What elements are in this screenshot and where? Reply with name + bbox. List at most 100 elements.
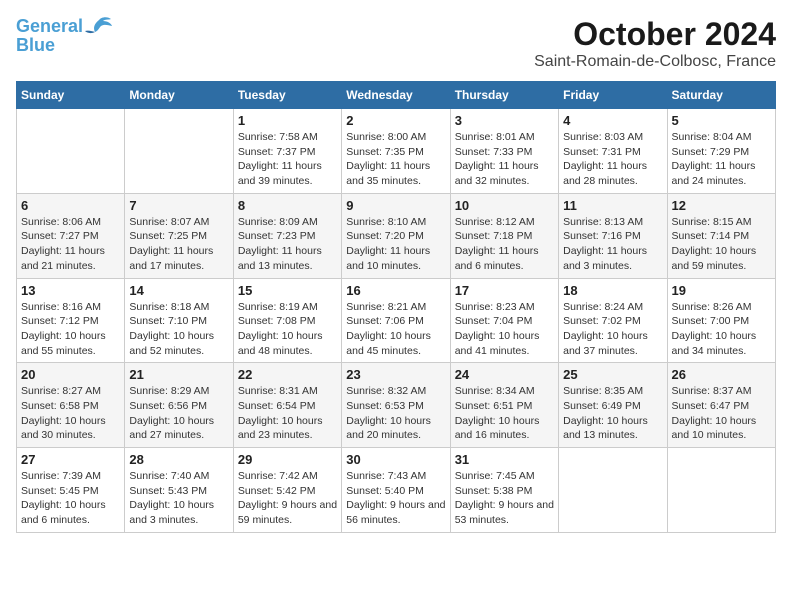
calendar-cell: 13 Sunrise: 8:16 AMSunset: 7:12 PMDayligh… [17, 278, 125, 363]
day-info: Sunrise: 8:37 AMSunset: 6:47 PMDaylight:… [672, 384, 771, 443]
calendar-cell: 3 Sunrise: 8:01 AMSunset: 7:33 PMDaylight… [450, 109, 558, 194]
calendar-cell: 26 Sunrise: 8:37 AMSunset: 6:47 PMDayligh… [667, 363, 775, 448]
calendar-cell: 5 Sunrise: 8:04 AMSunset: 7:29 PMDaylight… [667, 109, 775, 194]
day-number: 30 [346, 452, 445, 467]
calendar-week-row: 1 Sunrise: 7:58 AMSunset: 7:37 PMDaylight… [17, 109, 776, 194]
day-info: Sunrise: 8:34 AMSunset: 6:51 PMDaylight:… [455, 384, 554, 443]
calendar-cell: 27 Sunrise: 7:39 AMSunset: 5:45 PMDayligh… [17, 448, 125, 533]
day-number: 20 [21, 367, 120, 382]
day-number: 11 [563, 198, 662, 213]
calendar-cell: 18 Sunrise: 8:24 AMSunset: 7:02 PMDayligh… [559, 278, 667, 363]
day-number: 13 [21, 283, 120, 298]
day-number: 5 [672, 113, 771, 128]
day-info: Sunrise: 8:21 AMSunset: 7:06 PMDaylight:… [346, 300, 445, 359]
day-info: Sunrise: 8:29 AMSunset: 6:56 PMDaylight:… [129, 384, 228, 443]
calendar-cell [17, 109, 125, 194]
calendar-cell: 23 Sunrise: 8:32 AMSunset: 6:53 PMDayligh… [342, 363, 450, 448]
day-number: 28 [129, 452, 228, 467]
day-number: 15 [238, 283, 337, 298]
logo: General Blue [16, 16, 113, 56]
weekday-header: Sunday [17, 82, 125, 109]
calendar-cell: 7Sunrise: 8:07 AMSunset: 7:25 PMDaylight… [125, 193, 233, 278]
calendar-cell: 8 Sunrise: 8:09 AMSunset: 7:23 PMDaylight… [233, 193, 341, 278]
day-info: Sunrise: 8:23 AMSunset: 7:04 PMDaylight:… [455, 300, 554, 359]
day-number: 26 [672, 367, 771, 382]
calendar-cell [125, 109, 233, 194]
day-info: Sunrise: 8:07 AMSunset: 7:25 PMDaylight:… [129, 215, 228, 274]
calendar-cell: 10Sunrise: 8:12 AMSunset: 7:18 PMDayligh… [450, 193, 558, 278]
day-info: Sunrise: 8:10 AMSunset: 7:20 PMDaylight:… [346, 215, 445, 274]
weekday-header: Thursday [450, 82, 558, 109]
calendar-cell: 2 Sunrise: 8:00 AMSunset: 7:35 PMDaylight… [342, 109, 450, 194]
day-number: 27 [21, 452, 120, 467]
calendar-week-row: 6 Sunrise: 8:06 AMSunset: 7:27 PMDaylight… [17, 193, 776, 278]
day-info: Sunrise: 7:42 AMSunset: 5:42 PMDaylight:… [238, 469, 337, 528]
day-info: Sunrise: 8:01 AMSunset: 7:33 PMDaylight:… [455, 130, 554, 189]
calendar-cell [667, 448, 775, 533]
calendar-cell: 17 Sunrise: 8:23 AMSunset: 7:04 PMDayligh… [450, 278, 558, 363]
day-info: Sunrise: 7:39 AMSunset: 5:45 PMDaylight:… [21, 469, 120, 528]
day-info: Sunrise: 7:43 AMSunset: 5:40 PMDaylight:… [346, 469, 445, 528]
weekday-header: Saturday [667, 82, 775, 109]
calendar-cell: 16Sunrise: 8:21 AMSunset: 7:06 PMDayligh… [342, 278, 450, 363]
calendar-cell: 31Sunrise: 7:45 AMSunset: 5:38 PMDayligh… [450, 448, 558, 533]
day-number: 3 [455, 113, 554, 128]
day-info: Sunrise: 8:09 AMSunset: 7:23 PMDaylight:… [238, 215, 337, 274]
calendar-cell: 6 Sunrise: 8:06 AMSunset: 7:27 PMDaylight… [17, 193, 125, 278]
day-info: Sunrise: 8:27 AMSunset: 6:58 PMDaylight:… [21, 384, 120, 443]
logo-bird-icon [85, 16, 113, 38]
day-number: 14 [129, 283, 228, 298]
day-number: 12 [672, 198, 771, 213]
day-info: Sunrise: 8:13 AMSunset: 7:16 PMDaylight:… [563, 215, 662, 274]
day-number: 8 [238, 198, 337, 213]
day-number: 18 [563, 283, 662, 298]
day-info: Sunrise: 8:16 AMSunset: 7:12 PMDaylight:… [21, 300, 120, 359]
day-info: Sunrise: 8:04 AMSunset: 7:29 PMDaylight:… [672, 130, 771, 189]
day-number: 17 [455, 283, 554, 298]
weekday-header: Monday [125, 82, 233, 109]
day-info: Sunrise: 8:00 AMSunset: 7:35 PMDaylight:… [346, 130, 445, 189]
location-title: Saint-Romain-de-Colbosc, France [534, 53, 776, 71]
calendar-cell [559, 448, 667, 533]
day-number: 1 [238, 113, 337, 128]
day-info: Sunrise: 8:06 AMSunset: 7:27 PMDaylight:… [21, 215, 120, 274]
calendar-cell: 11 Sunrise: 8:13 AMSunset: 7:16 PMDayligh… [559, 193, 667, 278]
day-number: 4 [563, 113, 662, 128]
day-info: Sunrise: 8:32 AMSunset: 6:53 PMDaylight:… [346, 384, 445, 443]
calendar-cell: 30 Sunrise: 7:43 AMSunset: 5:40 PMDayligh… [342, 448, 450, 533]
day-info: Sunrise: 7:40 AMSunset: 5:43 PMDaylight:… [129, 469, 228, 528]
calendar-cell: 4 Sunrise: 8:03 AMSunset: 7:31 PMDaylight… [559, 109, 667, 194]
day-number: 2 [346, 113, 445, 128]
day-info: Sunrise: 8:24 AMSunset: 7:02 PMDaylight:… [563, 300, 662, 359]
day-info: Sunrise: 8:31 AMSunset: 6:54 PMDaylight:… [238, 384, 337, 443]
day-info: Sunrise: 8:03 AMSunset: 7:31 PMDaylight:… [563, 130, 662, 189]
day-number: 25 [563, 367, 662, 382]
day-info: Sunrise: 8:26 AMSunset: 7:00 PMDaylight:… [672, 300, 771, 359]
logo-text: General [16, 17, 83, 37]
weekday-header: Tuesday [233, 82, 341, 109]
header: General Blue October 2024 Saint-Romain-d… [16, 16, 776, 71]
calendar-cell: 12 Sunrise: 8:15 AMSunset: 7:14 PMDayligh… [667, 193, 775, 278]
logo-blue-text: Blue [16, 36, 55, 56]
calendar-cell: 29 Sunrise: 7:42 AMSunset: 5:42 PMDayligh… [233, 448, 341, 533]
day-number: 23 [346, 367, 445, 382]
calendar-cell: 22 Sunrise: 8:31 AMSunset: 6:54 PMDayligh… [233, 363, 341, 448]
day-info: Sunrise: 8:12 AMSunset: 7:18 PMDaylight:… [455, 215, 554, 274]
calendar-cell: 9 Sunrise: 8:10 AMSunset: 7:20 PMDaylight… [342, 193, 450, 278]
day-number: 29 [238, 452, 337, 467]
day-info: Sunrise: 7:58 AMSunset: 7:37 PMDaylight:… [238, 130, 337, 189]
calendar-cell: 21Sunrise: 8:29 AMSunset: 6:56 PMDayligh… [125, 363, 233, 448]
calendar-cell: 14Sunrise: 8:18 AMSunset: 7:10 PMDayligh… [125, 278, 233, 363]
calendar-cell: 25Sunrise: 8:35 AMSunset: 6:49 PMDayligh… [559, 363, 667, 448]
calendar-cell: 20 Sunrise: 8:27 AMSunset: 6:58 PMDayligh… [17, 363, 125, 448]
day-number: 19 [672, 283, 771, 298]
weekday-header: Wednesday [342, 82, 450, 109]
day-info: Sunrise: 8:19 AMSunset: 7:08 PMDaylight:… [238, 300, 337, 359]
day-info: Sunrise: 8:15 AMSunset: 7:14 PMDaylight:… [672, 215, 771, 274]
day-number: 9 [346, 198, 445, 213]
calendar-week-row: 27 Sunrise: 7:39 AMSunset: 5:45 PMDayligh… [17, 448, 776, 533]
day-number: 6 [21, 198, 120, 213]
weekday-header-row: SundayMondayTuesdayWednesdayThursdayFrid… [17, 82, 776, 109]
calendar-cell: 24Sunrise: 8:34 AMSunset: 6:51 PMDayligh… [450, 363, 558, 448]
day-number: 22 [238, 367, 337, 382]
